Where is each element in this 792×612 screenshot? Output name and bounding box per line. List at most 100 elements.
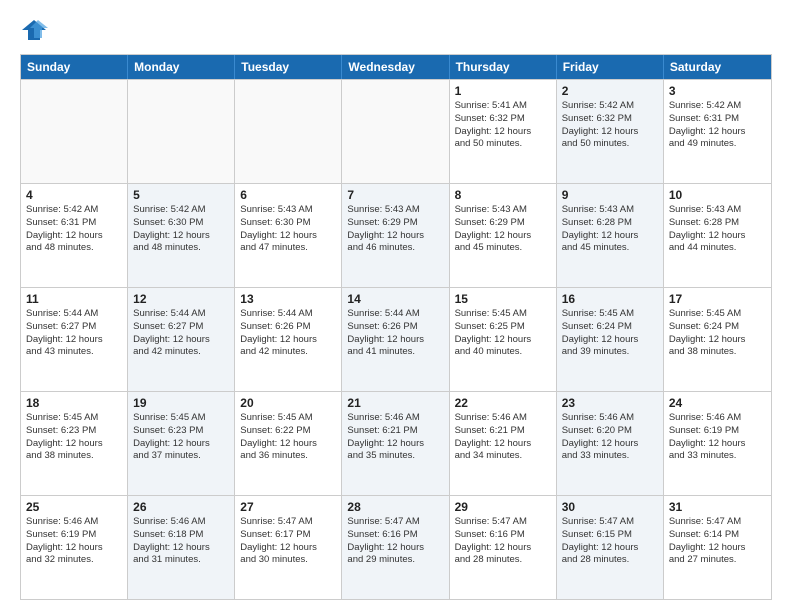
cell-daylight-info: Sunrise: 5:43 AMSunset: 6:28 PMDaylight:…	[562, 204, 658, 255]
day-number: 7	[347, 188, 443, 202]
cell-daylight-info: Sunrise: 5:47 AMSunset: 6:17 PMDaylight:…	[240, 516, 336, 567]
cell-daylight-info: Sunrise: 5:47 AMSunset: 6:15 PMDaylight:…	[562, 516, 658, 567]
calendar-week-4: 18 Sunrise: 5:45 AMSunset: 6:23 PMDayligh…	[21, 391, 771, 495]
day-number: 8	[455, 188, 551, 202]
day-number: 17	[669, 292, 766, 306]
day-number: 19	[133, 396, 229, 410]
calendar-cell: 31Sunrise: 5:47 AMSunset: 6:14 PMDayligh…	[664, 496, 771, 599]
cell-daylight-info: Sunrise: 5:46 AMSunset: 6:19 PMDaylight:…	[669, 412, 766, 463]
cell-daylight-info: Sunrise: 5:44 AMSunset: 6:27 PMDaylight:…	[26, 308, 122, 359]
day-number: 31	[669, 500, 766, 514]
day-number: 28	[347, 500, 443, 514]
calendar-cell: 25 Sunrise: 5:46 AMSunset: 6:19 PMDayligh…	[21, 496, 128, 599]
day-number: 26	[133, 500, 229, 514]
calendar-cell: 20 Sunrise: 5:45 AMSunset: 6:22 PMDayligh…	[235, 392, 342, 495]
cell-daylight-info: Sunrise: 5:47 AMSunset: 6:16 PMDaylight:…	[347, 516, 443, 567]
calendar-cell: 21 Sunrise: 5:46 AMSunset: 6:21 PMDayligh…	[342, 392, 449, 495]
calendar-body: 1 Sunrise: 5:41 AMSunset: 6:32 PMDaylight…	[21, 79, 771, 599]
header-day-friday: Friday	[557, 55, 664, 79]
calendar-cell: 3 Sunrise: 5:42 AMSunset: 6:31 PMDaylight…	[664, 80, 771, 183]
cell-daylight-info: Sunrise: 5:46 AMSunset: 6:20 PMDaylight:…	[562, 412, 658, 463]
cell-daylight-info: Sunrise: 5:45 AMSunset: 6:24 PMDaylight:…	[562, 308, 658, 359]
calendar-cell	[342, 80, 449, 183]
cell-daylight-info: Sunrise: 5:44 AMSunset: 6:26 PMDaylight:…	[240, 308, 336, 359]
cell-daylight-info: Sunrise: 5:41 AMSunset: 6:32 PMDaylight:…	[455, 100, 551, 151]
calendar-cell: 12 Sunrise: 5:44 AMSunset: 6:27 PMDayligh…	[128, 288, 235, 391]
calendar-cell: 1 Sunrise: 5:41 AMSunset: 6:32 PMDaylight…	[450, 80, 557, 183]
calendar-cell: 2 Sunrise: 5:42 AMSunset: 6:32 PMDaylight…	[557, 80, 664, 183]
cell-daylight-info: Sunrise: 5:42 AMSunset: 6:32 PMDaylight:…	[562, 100, 658, 151]
cell-daylight-info: Sunrise: 5:45 AMSunset: 6:24 PMDaylight:…	[669, 308, 766, 359]
cell-daylight-info: Sunrise: 5:43 AMSunset: 6:29 PMDaylight:…	[347, 204, 443, 255]
calendar-cell: 28 Sunrise: 5:47 AMSunset: 6:16 PMDayligh…	[342, 496, 449, 599]
day-number: 9	[562, 188, 658, 202]
day-number: 1	[455, 84, 551, 98]
day-number: 15	[455, 292, 551, 306]
calendar-cell: 19 Sunrise: 5:45 AMSunset: 6:23 PMDayligh…	[128, 392, 235, 495]
day-number: 10	[669, 188, 766, 202]
page: SundayMondayTuesdayWednesdayThursdayFrid…	[0, 0, 792, 612]
calendar-cell: 22Sunrise: 5:46 AMSunset: 6:21 PMDayligh…	[450, 392, 557, 495]
day-number: 16	[562, 292, 658, 306]
calendar-cell: 26 Sunrise: 5:46 AMSunset: 6:18 PMDayligh…	[128, 496, 235, 599]
day-number: 6	[240, 188, 336, 202]
cell-daylight-info: Sunrise: 5:46 AMSunset: 6:19 PMDaylight:…	[26, 516, 122, 567]
cell-daylight-info: Sunrise: 5:45 AMSunset: 6:23 PMDaylight:…	[133, 412, 229, 463]
calendar-cell: 29Sunrise: 5:47 AMSunset: 6:16 PMDayligh…	[450, 496, 557, 599]
cell-daylight-info: Sunrise: 5:44 AMSunset: 6:26 PMDaylight:…	[347, 308, 443, 359]
calendar-cell: 24 Sunrise: 5:46 AMSunset: 6:19 PMDayligh…	[664, 392, 771, 495]
cell-daylight-info: Sunrise: 5:43 AMSunset: 6:28 PMDaylight:…	[669, 204, 766, 255]
day-number: 21	[347, 396, 443, 410]
day-number: 22	[455, 396, 551, 410]
calendar-cell	[235, 80, 342, 183]
day-number: 20	[240, 396, 336, 410]
cell-daylight-info: Sunrise: 5:42 AMSunset: 6:30 PMDaylight:…	[133, 204, 229, 255]
day-number: 4	[26, 188, 122, 202]
header-day-wednesday: Wednesday	[342, 55, 449, 79]
calendar-cell: 7 Sunrise: 5:43 AMSunset: 6:29 PMDaylight…	[342, 184, 449, 287]
calendar-cell: 6Sunrise: 5:43 AMSunset: 6:30 PMDaylight…	[235, 184, 342, 287]
calendar-cell: 5 Sunrise: 5:42 AMSunset: 6:30 PMDaylight…	[128, 184, 235, 287]
day-number: 12	[133, 292, 229, 306]
header-day-sunday: Sunday	[21, 55, 128, 79]
calendar: SundayMondayTuesdayWednesdayThursdayFrid…	[20, 54, 772, 600]
day-number: 5	[133, 188, 229, 202]
cell-daylight-info: Sunrise: 5:46 AMSunset: 6:21 PMDaylight:…	[347, 412, 443, 463]
header-day-monday: Monday	[128, 55, 235, 79]
calendar-cell	[21, 80, 128, 183]
logo-icon	[20, 16, 48, 44]
calendar-header: SundayMondayTuesdayWednesdayThursdayFrid…	[21, 55, 771, 79]
header-day-thursday: Thursday	[450, 55, 557, 79]
calendar-week-2: 4 Sunrise: 5:42 AMSunset: 6:31 PMDaylight…	[21, 183, 771, 287]
calendar-cell: 16 Sunrise: 5:45 AMSunset: 6:24 PMDayligh…	[557, 288, 664, 391]
day-number: 18	[26, 396, 122, 410]
day-number: 3	[669, 84, 766, 98]
calendar-cell: 23 Sunrise: 5:46 AMSunset: 6:20 PMDayligh…	[557, 392, 664, 495]
day-number: 14	[347, 292, 443, 306]
cell-daylight-info: Sunrise: 5:43 AMSunset: 6:29 PMDaylight:…	[455, 204, 551, 255]
calendar-cell: 30 Sunrise: 5:47 AMSunset: 6:15 PMDayligh…	[557, 496, 664, 599]
day-number: 25	[26, 500, 122, 514]
logo	[20, 16, 52, 44]
day-number: 24	[669, 396, 766, 410]
cell-daylight-info: Sunrise: 5:45 AMSunset: 6:22 PMDaylight:…	[240, 412, 336, 463]
calendar-cell: 11 Sunrise: 5:44 AMSunset: 6:27 PMDayligh…	[21, 288, 128, 391]
cell-daylight-info: Sunrise: 5:42 AMSunset: 6:31 PMDaylight:…	[26, 204, 122, 255]
calendar-cell: 27Sunrise: 5:47 AMSunset: 6:17 PMDayligh…	[235, 496, 342, 599]
cell-daylight-info: Sunrise: 5:44 AMSunset: 6:27 PMDaylight:…	[133, 308, 229, 359]
cell-daylight-info: Sunrise: 5:45 AMSunset: 6:25 PMDaylight:…	[455, 308, 551, 359]
calendar-cell	[128, 80, 235, 183]
day-number: 23	[562, 396, 658, 410]
header-day-saturday: Saturday	[664, 55, 771, 79]
calendar-cell: 17 Sunrise: 5:45 AMSunset: 6:24 PMDayligh…	[664, 288, 771, 391]
day-number: 2	[562, 84, 658, 98]
calendar-cell: 14 Sunrise: 5:44 AMSunset: 6:26 PMDayligh…	[342, 288, 449, 391]
day-number: 30	[562, 500, 658, 514]
cell-daylight-info: Sunrise: 5:46 AMSunset: 6:18 PMDaylight:…	[133, 516, 229, 567]
calendar-cell: 8 Sunrise: 5:43 AMSunset: 6:29 PMDaylight…	[450, 184, 557, 287]
day-number: 29	[455, 500, 551, 514]
day-number: 11	[26, 292, 122, 306]
header	[20, 16, 772, 44]
calendar-cell: 10 Sunrise: 5:43 AMSunset: 6:28 PMDayligh…	[664, 184, 771, 287]
cell-daylight-info: Sunrise: 5:42 AMSunset: 6:31 PMDaylight:…	[669, 100, 766, 151]
